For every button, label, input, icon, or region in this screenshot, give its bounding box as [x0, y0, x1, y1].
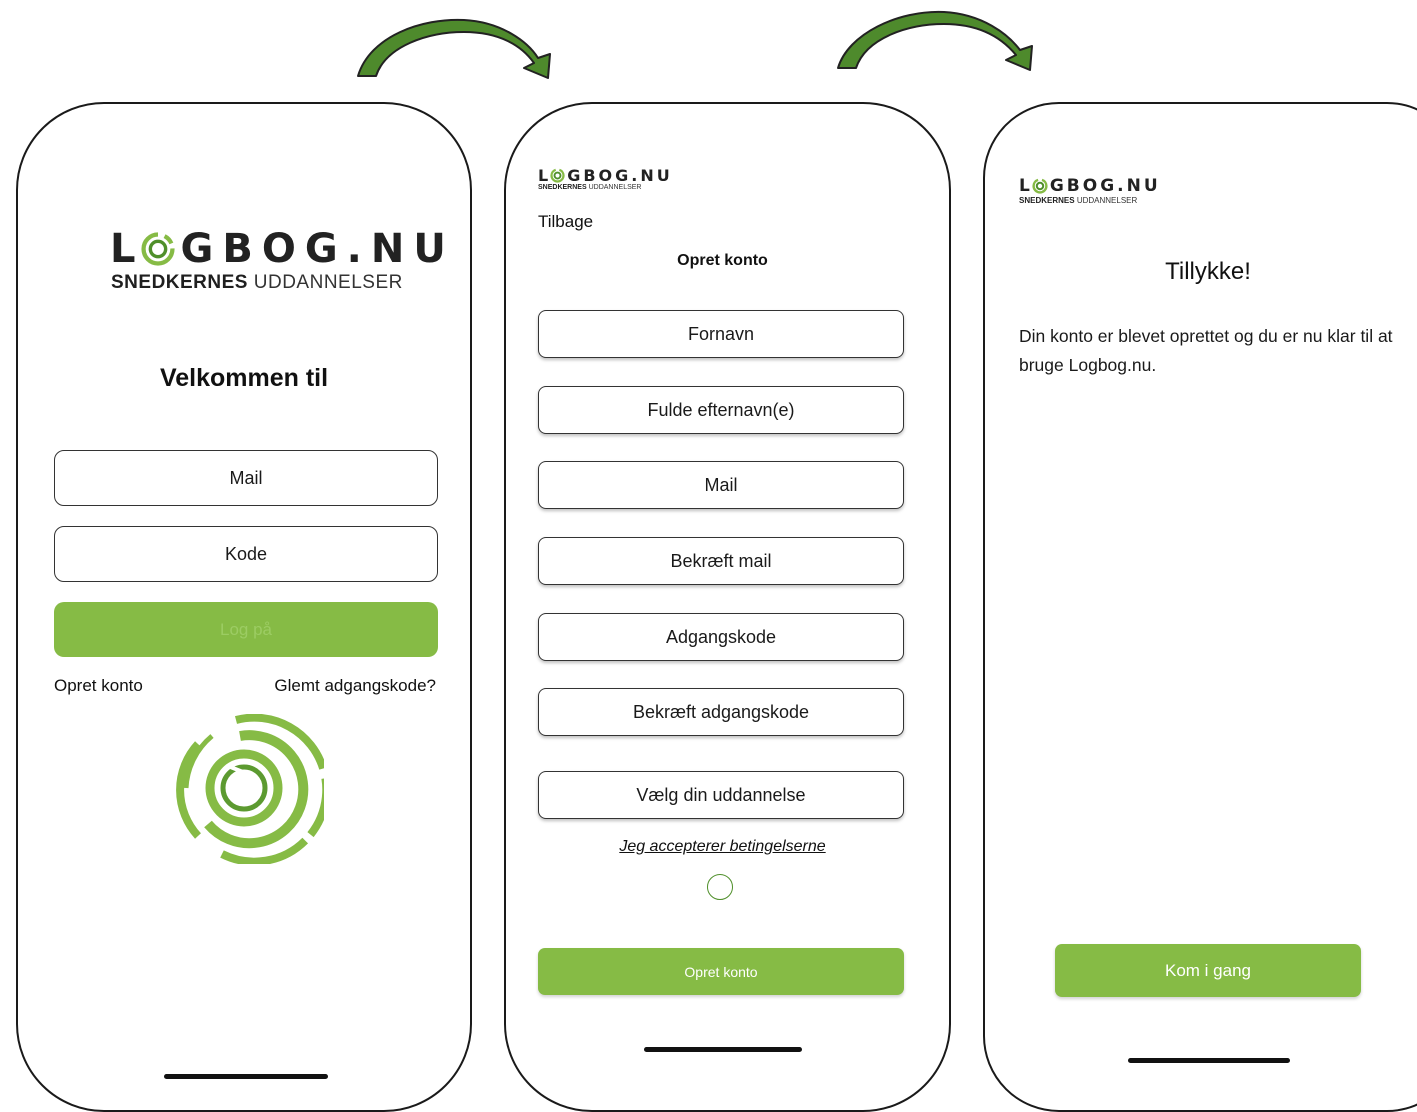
logo-subtitle: SNEDKERNES UDDANNELSER: [111, 272, 403, 293]
create-account-button[interactable]: Opret konto: [538, 948, 904, 995]
success-message: Din konto er blevet oprettet og du er nu…: [1019, 326, 1393, 375]
create-account-heading: Opret konto: [677, 252, 768, 269]
mail-input[interactable]: Mail: [54, 450, 438, 506]
logo-subtitle: SNEDKERNES UDDANNELSER: [538, 184, 642, 191]
create-account-link[interactable]: Opret konto: [54, 676, 143, 696]
last-name-input[interactable]: Fulde efternavn(e): [538, 386, 904, 434]
target-ring-logo-icon: [550, 168, 565, 183]
mail-input[interactable]: Mail: [538, 461, 904, 509]
logo-wordmark: L GBOG.NU: [1019, 176, 1161, 196]
target-ring-logo-icon: [1032, 178, 1048, 194]
back-link[interactable]: Tilbage: [538, 212, 593, 232]
confirm-mail-input[interactable]: Bekræft mail: [538, 537, 904, 585]
flow-arrow-icon: [837, 10, 1033, 71]
confirm-password-input[interactable]: Bekræft adgangskode: [538, 688, 904, 736]
terms-radio-circle-icon[interactable]: [707, 874, 733, 900]
password-input[interactable]: Adgangskode: [538, 613, 904, 661]
target-ring-logo-icon: [140, 232, 175, 266]
home-indicator: [1128, 1058, 1290, 1063]
congrats-heading: Tillykke!: [1165, 258, 1251, 285]
signup-phone-frame: L GBOG.NU SNEDKERNES UDDANNELSER Tilbage…: [504, 102, 951, 1112]
welcome-heading: Velkommen til: [159, 364, 329, 392]
home-indicator: [644, 1047, 802, 1052]
forgot-password-link[interactable]: Glemt adgangskode?: [274, 676, 436, 696]
logo-subtitle: SNEDKERNES UDDANNELSER: [1019, 196, 1138, 205]
login-button[interactable]: Log på: [54, 602, 438, 657]
first-name-input[interactable]: Fornavn: [538, 310, 904, 358]
password-input[interactable]: Kode: [54, 526, 438, 582]
logo-wordmark: L GBOG.NU: [538, 166, 673, 185]
logo-wordmark: L GBOG.NU: [110, 226, 455, 272]
login-phone-frame: L GBOG.NU SNEDKERNES UDDANNELSER Velkomm…: [16, 102, 472, 1112]
education-select[interactable]: Vælg din uddannelse: [538, 771, 904, 819]
get-started-button[interactable]: Kom i gang: [1055, 944, 1361, 997]
home-indicator: [164, 1074, 328, 1079]
terms-link[interactable]: Jeg accepterer betingelserne: [506, 838, 939, 856]
success-phone-frame: L GBOG.NU SNEDKERNES UDDANNELSER Tillykk…: [983, 102, 1417, 1112]
target-ring-logo-icon: [176, 714, 324, 864]
flow-arrow-icon: [357, 18, 551, 79]
